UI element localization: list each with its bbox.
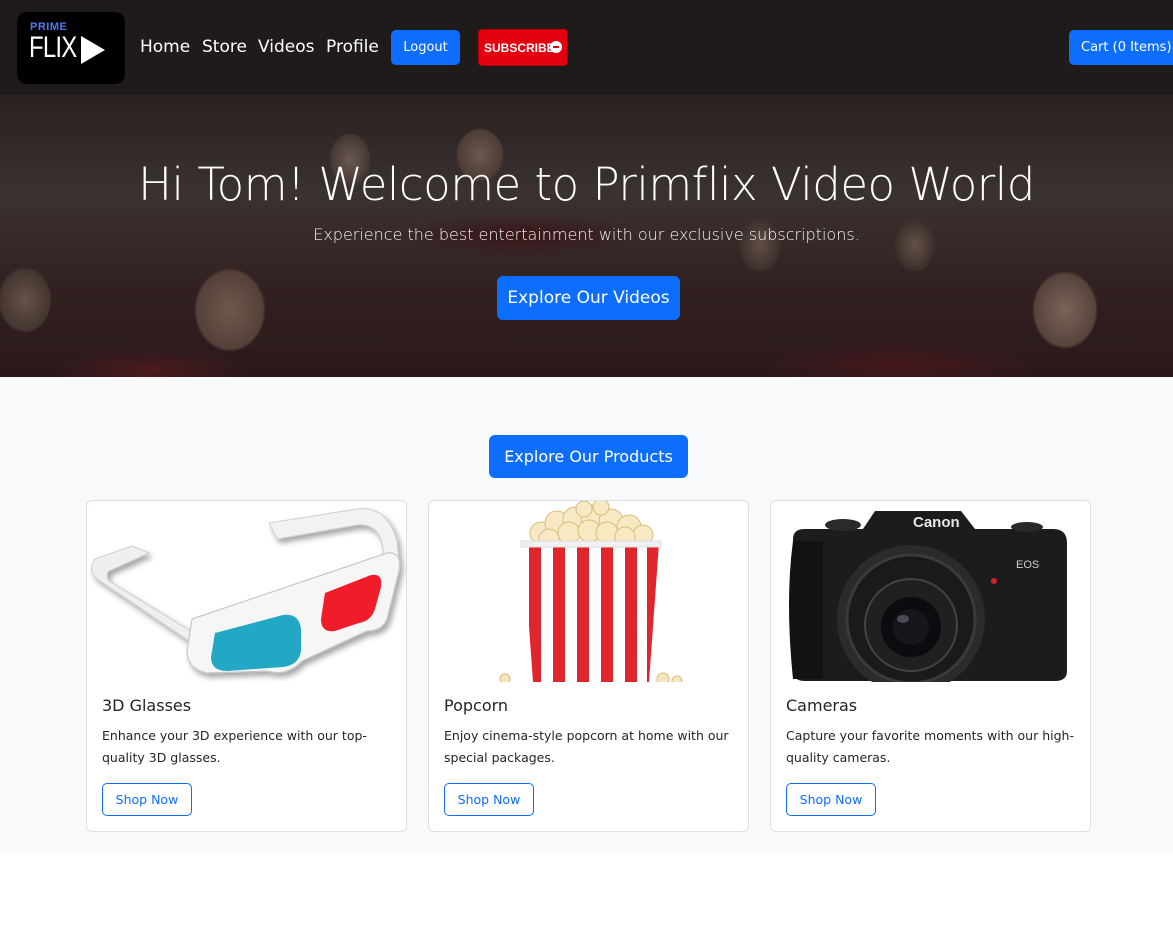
product-card-3d-glasses: 3D Glasses Enhance your 3D experience wi…	[86, 500, 407, 832]
camera-brand-text: Canon	[913, 514, 960, 531]
card-text: Enhance your 3D experience with our top-…	[102, 728, 367, 765]
shop-now-button[interactable]: Shop Now	[444, 783, 534, 816]
camera-image: Canon EOS	[771, 501, 1090, 682]
logout-button[interactable]: Logout	[391, 30, 460, 65]
primeflix-logo[interactable]: PRIME FLIX	[17, 12, 125, 84]
hero-title: Hi Tom! Welcome to Primflix Video World	[138, 158, 1035, 211]
product-card-popcorn: Popcorn Enjoy cinema-style popcorn at ho…	[428, 500, 749, 832]
play-icon	[81, 36, 105, 64]
popcorn-image	[429, 501, 748, 682]
card-text: Enjoy cinema-style popcorn at home with …	[444, 728, 729, 765]
nav-store[interactable]: Store	[202, 37, 247, 57]
3d-glasses-image	[87, 501, 406, 682]
card-title: 3D Glasses	[102, 696, 192, 715]
shop-now-button[interactable]: Shop Now	[102, 783, 192, 816]
navbar: PRIME FLIX Home Store Videos Profile Log…	[0, 0, 1173, 95]
card-text: Capture your favorite moments with our h…	[786, 728, 1074, 765]
nav-videos[interactable]: Videos	[258, 37, 315, 57]
explore-products-button[interactable]: Explore Our Products	[489, 435, 688, 478]
hero-banner: Hi Tom! Welcome to Primflix Video World …	[0, 95, 1173, 377]
logo-flix-text: FLIX	[29, 31, 77, 64]
cart-button[interactable]: Cart (0 Items)	[1069, 30, 1173, 65]
nav-profile[interactable]: Profile	[326, 37, 379, 57]
nav-home[interactable]: Home	[140, 37, 190, 57]
shop-now-button[interactable]: Shop Now	[786, 783, 876, 816]
subscribe-label: SUBSCRIBE	[484, 40, 555, 55]
card-title: Popcorn	[444, 696, 509, 715]
subscribe-button[interactable]: SUBSCRIBE	[478, 29, 568, 66]
explore-videos-button[interactable]: Explore Our Videos	[497, 276, 680, 320]
hero-subtitle: Experience the best entertainment with o…	[313, 225, 860, 244]
products-section: Explore Our Products 3D Glasses Enhance …	[0, 377, 1173, 853]
minus-circle-icon	[550, 41, 562, 53]
product-card-cameras: Canon EOS Cameras Capture your favorite …	[770, 500, 1091, 832]
camera-model-text: EOS	[1016, 559, 1039, 571]
card-title: Cameras	[786, 696, 858, 715]
